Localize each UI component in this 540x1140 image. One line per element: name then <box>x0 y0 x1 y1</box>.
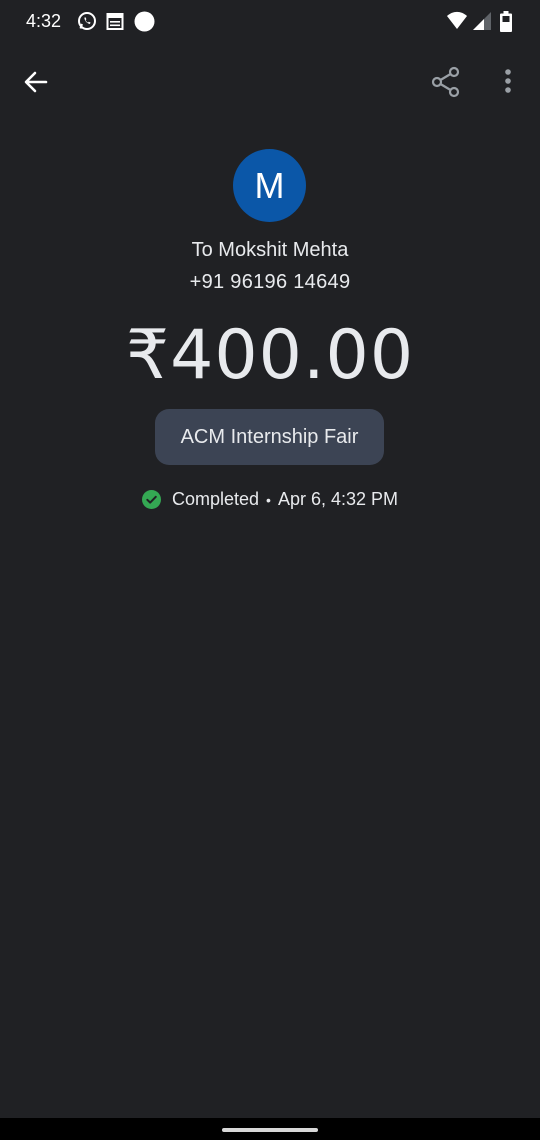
note-chip[interactable]: ACM Internship Fair <box>155 409 384 465</box>
amount: ₹400.00 <box>125 316 415 395</box>
transaction-status: Completed • Apr 6, 4:32 PM <box>0 489 540 510</box>
share-icon <box>431 66 460 98</box>
avatar: M <box>233 149 306 222</box>
calendar-icon <box>106 11 124 33</box>
home-handle[interactable] <box>222 1128 318 1132</box>
signal-icon <box>472 11 492 33</box>
status-time: 4:32 <box>26 11 62 31</box>
more-options-button[interactable] <box>496 64 520 100</box>
check-circle-icon <box>141 490 161 509</box>
navigation-bar <box>0 1118 540 1140</box>
dot-icon <box>134 11 155 33</box>
recipient-name: To Mokshit Mehta <box>191 239 349 261</box>
top-app-bar <box>0 54 540 110</box>
transaction-details-screen: 4:32 M To Mokshit Mehta +91 96196 14649 … <box>0 0 540 1140</box>
more-vert-icon <box>505 69 511 93</box>
share-button[interactable] <box>428 64 464 100</box>
status-bar: 4:32 <box>0 0 540 44</box>
avatar-letter: M <box>254 164 285 206</box>
wifi-icon <box>446 11 468 33</box>
back-arrow-icon <box>24 71 48 93</box>
status-text: Completed <box>171 489 260 509</box>
transaction-datetime: Apr 6, 4:32 PM <box>277 489 398 509</box>
back-button[interactable] <box>18 64 54 100</box>
battery-icon <box>499 11 513 33</box>
recipient-phone: +91 96196 14649 <box>189 271 351 293</box>
note-label: ACM Internship Fair <box>180 425 359 448</box>
status-separator: • <box>266 491 271 508</box>
whatsapp-icon <box>77 11 97 33</box>
